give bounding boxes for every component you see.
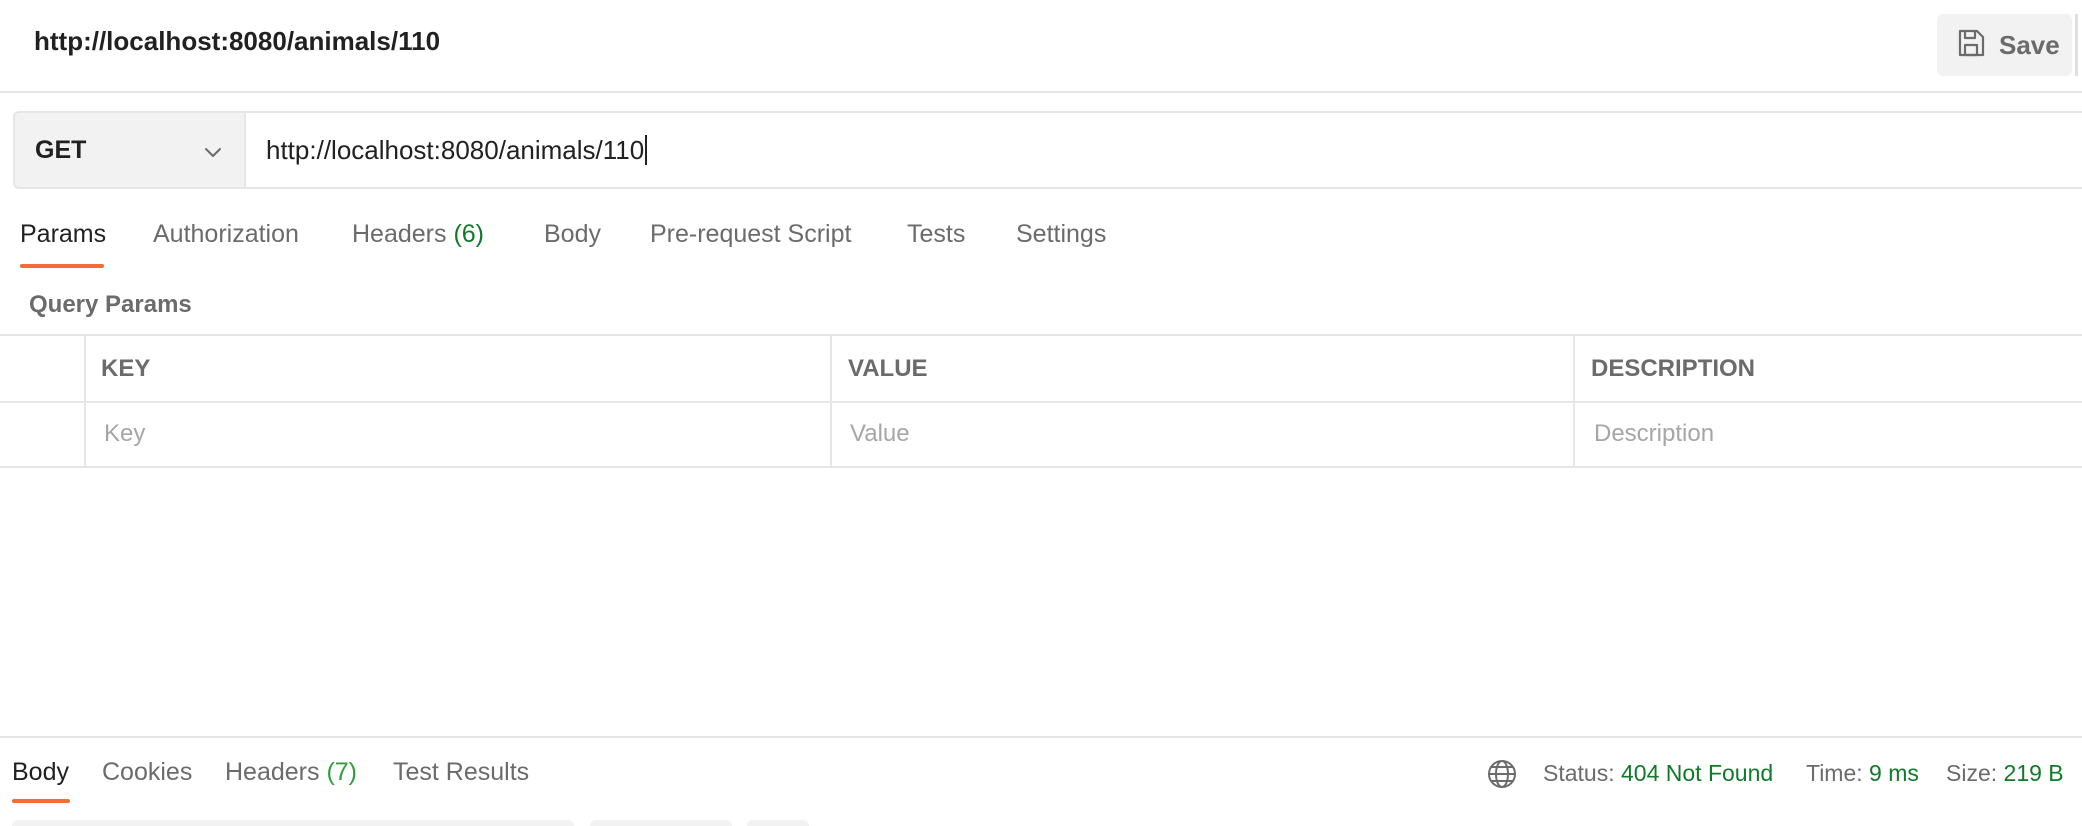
tab-label: Headers [225,758,320,786]
tab-label: Cookies [102,758,193,786]
tab-label: Body [544,220,601,248]
save-label: Save [1999,29,2060,60]
status-label: Status: [1543,760,1615,786]
tab-headers[interactable]: Headers (6) [352,220,484,249]
response-format-control[interactable] [12,820,574,826]
tab-pre-request-script[interactable]: Pre-request Script [650,220,851,249]
status-info[interactable]: Status: 404 Not Found [1543,760,1773,787]
value-input[interactable]: Value [850,420,910,448]
time-info[interactable]: Time: 9 ms [1806,760,1919,787]
tab-label: Tests [907,220,966,248]
response-tab-headers[interactable]: Headers (7) [225,758,357,787]
column-divider [1573,336,1575,468]
size-value: 219 B [2003,760,2064,786]
tab-label: Body [12,758,69,786]
description-input[interactable]: Description [1594,420,1714,448]
tab-label: Authorization [153,220,299,248]
text-caret [645,135,648,165]
status-value: 404 Not Found [1621,760,1774,786]
tab-count: (7) [326,758,358,786]
response-bar: Body Cookies Headers (7) Test Results St… [0,736,2082,826]
key-input[interactable]: Key [104,420,145,448]
size-label: Size: [1946,760,1998,786]
active-tab-indicator [20,264,104,268]
globe-icon[interactable] [1486,758,1518,790]
column-header-key: KEY [101,355,151,382]
divider [2075,14,2078,76]
column-divider [84,336,86,468]
tab-label: Settings [1016,220,1107,248]
tab-tests[interactable]: Tests [907,220,965,249]
column-header-value: VALUE [848,355,928,382]
url-input[interactable]: http://localhost:8080/animals/110 [244,111,2082,189]
size-info[interactable]: Size: 219 B [1946,760,2064,787]
tab-label: Headers [352,220,447,248]
request-header: http://localhost:8080/animals/110 Save [0,0,2082,93]
row-divider [0,401,2082,403]
url-text: http://localhost:8080/animals/110 [266,134,645,165]
save-button[interactable]: Save [1937,14,2072,76]
method-select[interactable]: GET [13,111,244,189]
query-params-label: Query Params [29,291,192,318]
response-option-control[interactable] [747,820,809,826]
response-tab-body[interactable]: Body [12,758,69,787]
request-tabs: Params Authorization Headers (6) Body Pr… [0,220,1200,272]
column-divider [830,336,832,468]
chevron-down-icon [201,140,225,164]
active-response-tab-indicator [12,799,70,803]
time-value: 9 ms [1869,760,1919,786]
tab-count: (6) [453,220,485,248]
time-label: Time: [1806,760,1863,786]
tab-settings[interactable]: Settings [1016,220,1106,249]
tab-authorization[interactable]: Authorization [153,220,299,249]
response-tab-cookies[interactable]: Cookies [102,758,192,787]
tab-params[interactable]: Params [20,220,106,249]
method-label: GET [35,135,87,164]
tab-body[interactable]: Body [544,220,601,249]
response-tab-test-results[interactable]: Test Results [393,758,529,787]
tab-label: Test Results [393,758,530,786]
tab-label: Params [20,220,107,248]
tab-label: Pre-request Script [650,220,852,248]
request-title[interactable]: http://localhost:8080/animals/110 [34,26,440,57]
query-params-table: KEY VALUE DESCRIPTION Key Value Descript… [0,334,2082,468]
response-view-control[interactable] [590,820,732,826]
save-icon [1955,27,1987,64]
column-header-description: DESCRIPTION [1591,355,1756,382]
